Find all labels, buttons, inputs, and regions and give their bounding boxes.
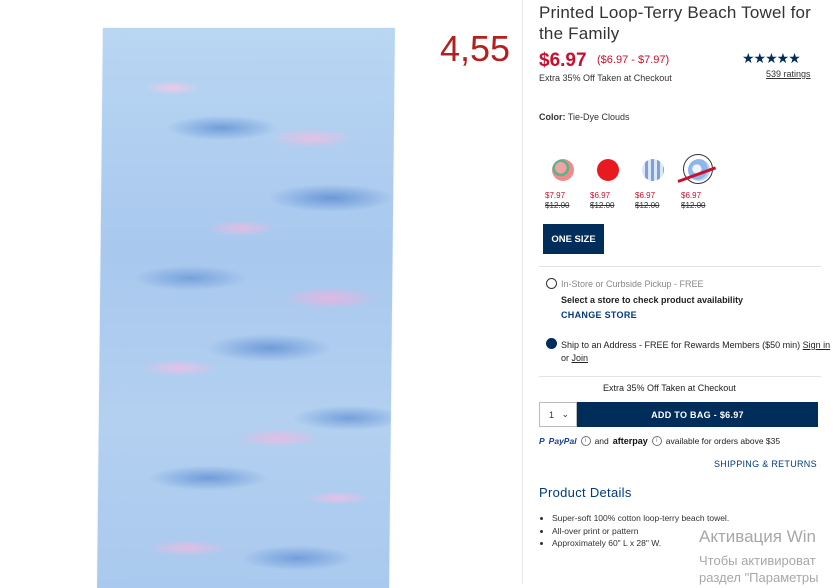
swatch-stripe[interactable] (642, 159, 664, 181)
swatch-original-price: $12.00 (590, 201, 615, 210)
ship-label: Ship to an Address - FREE for Rewards Me… (561, 340, 801, 350)
ship-option: Ship to an Address - FREE for Rewards Me… (561, 339, 831, 365)
rating-stars-icon[interactable]: ★★★★★ (742, 50, 801, 67)
swatch-floral[interactable] (552, 159, 574, 181)
overlay-price-text: 4,55 (440, 28, 511, 69)
divider (539, 376, 821, 377)
watermark-line: Чтобы активироват (699, 553, 816, 568)
pickup-radio[interactable] (546, 278, 557, 289)
color-label-key: Color: (539, 112, 566, 122)
discount-note: Extra 35% Off Taken at Checkout (539, 73, 672, 83)
info-icon[interactable]: i (580, 436, 591, 446)
color-label: Color: Tie-Dye Clouds (539, 112, 630, 122)
pickup-label: In-Store or Curbside Pickup - FREE (561, 279, 704, 289)
swatch-price: $6.97 (590, 191, 611, 200)
afterpay-logo: afterpay (612, 436, 648, 446)
paypal-logo-icon: P (539, 436, 545, 446)
color-label-value: Tie-Dye Clouds (567, 112, 630, 122)
change-store-link[interactable]: CHANGE STORE (561, 310, 637, 320)
swatch-price: $6.97 (681, 191, 702, 200)
vertical-divider (522, 0, 523, 584)
divider (539, 266, 821, 267)
watermark-line: раздел "Параметры (699, 570, 819, 585)
current-price: $6.97 (539, 50, 587, 71)
info-icon[interactable]: i (651, 436, 662, 446)
quantity-value: 1 (549, 409, 555, 420)
payment-options: P PayPal i and afterpay i available for … (539, 436, 780, 446)
or-text: or (561, 353, 570, 363)
product-image-towel[interactable] (97, 28, 395, 588)
swatch-price: $6.97 (635, 191, 656, 200)
windows-activation-watermark: Активация Win Чтобы активироват раздел "… (699, 527, 818, 585)
swatch-original-price: $12.00 (545, 201, 570, 210)
swatch-original-price: $12.00 (681, 201, 706, 210)
product-title: Printed Loop-Terry Beach Towel for the F… (539, 3, 812, 43)
add-to-bag-button[interactable]: ADD TO BAG - $6.97 (577, 402, 818, 427)
and-text: and (594, 436, 609, 446)
sign-in-link[interactable]: Sign in (803, 340, 831, 350)
chevron-down-icon: ⌄ (561, 409, 569, 419)
swatch-price: $7.97 (545, 191, 566, 200)
join-link[interactable]: Join (572, 353, 589, 363)
payment-availability: available for orders above $35 (665, 436, 781, 446)
price-range: ($6.97 - $7.97) (597, 54, 670, 66)
watermark-line: Активация Win (699, 527, 816, 546)
product-image-area (0, 0, 522, 588)
checkout-discount-note: Extra 35% Off Taken at Checkout (603, 383, 736, 393)
ship-radio-selected[interactable] (546, 338, 557, 349)
list-item: Super-soft 100% cotton loop-terry beach … (552, 512, 729, 525)
product-details-heading: Product Details (539, 485, 632, 500)
quantity-select[interactable]: 1 ⌄ (539, 402, 577, 427)
shipping-returns-link[interactable]: SHIPPING & RETURNS (714, 459, 817, 469)
pickup-hint: Select a store to check product availabi… (561, 295, 744, 305)
paypal-logo: PayPal (548, 436, 577, 446)
ratings-link[interactable]: 539 ratings (766, 69, 811, 79)
swatch-red[interactable] (597, 159, 619, 181)
swatch-original-price: $12.00 (635, 201, 660, 210)
size-one-size-button[interactable]: ONE SIZE (543, 224, 604, 254)
